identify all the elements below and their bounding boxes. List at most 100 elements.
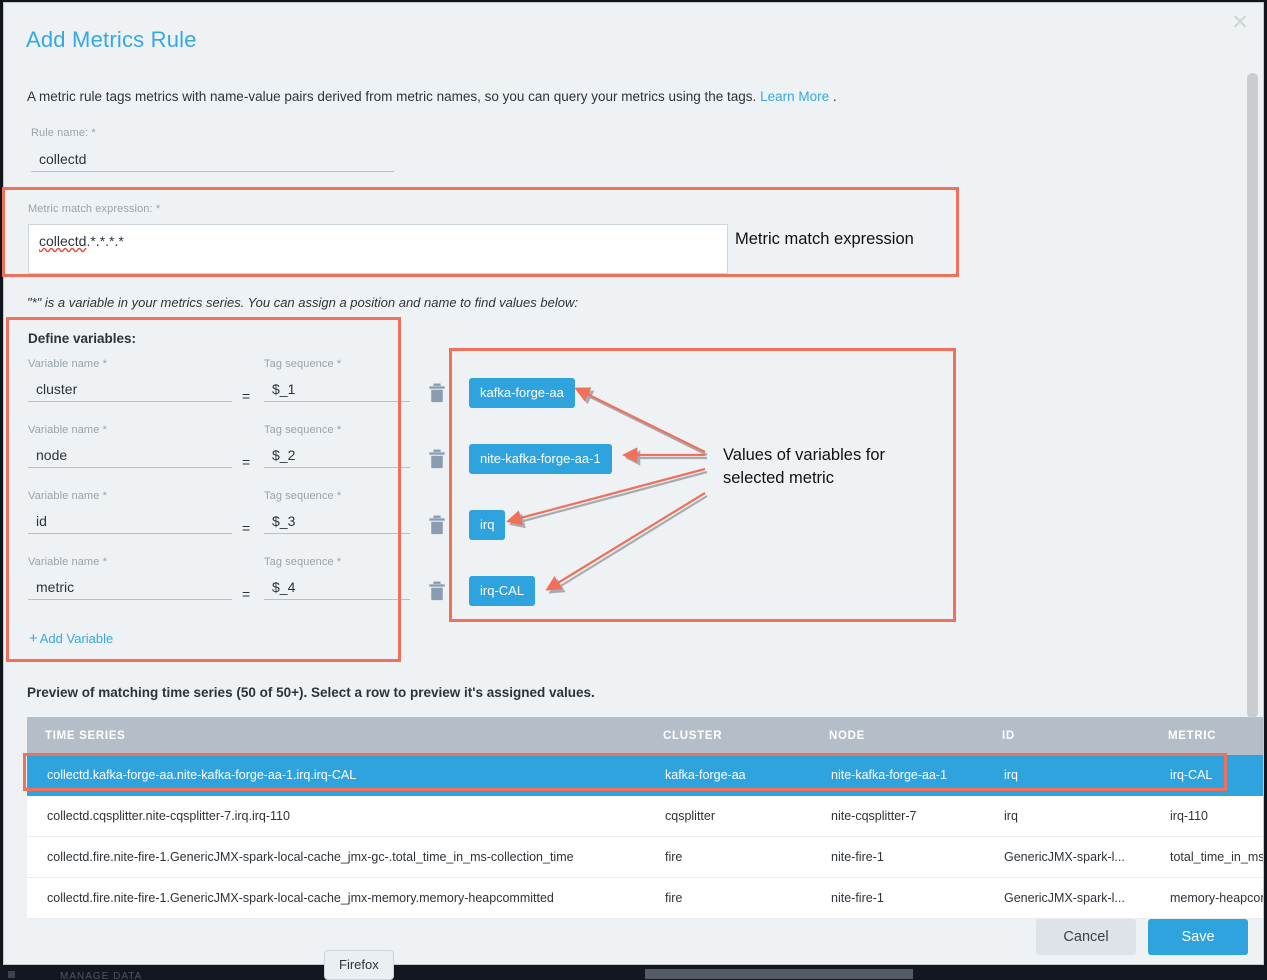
cell-node: nite-kafka-forge-aa-1: [811, 755, 984, 796]
close-icon[interactable]: ✕: [1227, 9, 1253, 35]
cancel-button[interactable]: Cancel: [1036, 919, 1136, 955]
tag-sequence-label: Tag sequence *: [264, 490, 410, 502]
tag-sequence-input[interactable]: [264, 577, 410, 600]
tag-sequence-label: Tag sequence *: [264, 556, 410, 568]
cell-id: GenericJMX-spark-l...: [984, 837, 1150, 878]
cell-time-series: collectd.fire.nite-fire-1.GenericJMX-spa…: [27, 878, 645, 919]
delete-variable-icon[interactable]: [428, 449, 446, 469]
cell-cluster: fire: [645, 837, 811, 878]
table-row[interactable]: collectd.cqsplitter.nite-cqsplitter-7.ir…: [27, 796, 1264, 837]
table-body: collectd.kafka-forge-aa.nite-kafka-forge…: [27, 755, 1264, 919]
variable-row: Variable name * = Tag sequence *: [28, 358, 388, 424]
variable-name-field: Variable name *: [28, 424, 233, 468]
variable-name-field: Variable name *: [28, 490, 233, 534]
trash-icon: [428, 383, 446, 403]
cell-node: nite-fire-1: [811, 837, 984, 878]
trash-icon: [428, 449, 446, 469]
cell-cluster: fire: [645, 878, 811, 919]
tag-sequence-field: Tag sequence *: [264, 556, 410, 600]
taskbar-window-label[interactable]: MANAGE DATA: [60, 971, 142, 980]
variable-row: Variable name * = Tag sequence *: [28, 556, 388, 622]
cell-node: nite-cqsplitter-7: [811, 796, 984, 837]
variable-name-input[interactable]: [28, 445, 232, 468]
delete-variable-icon[interactable]: [428, 581, 446, 601]
intro-description: A metric rule tags metrics with name-val…: [27, 89, 756, 104]
values-annotation-line1: Values of variables for: [723, 444, 885, 467]
cell-id: irq: [984, 755, 1150, 796]
add-variable-label: Add Variable: [40, 631, 113, 646]
values-annotation-text: Values of variables for selected metric: [723, 444, 885, 490]
variable-row: Variable name * = Tag sequence *: [28, 424, 388, 490]
cell-id: irq: [984, 796, 1150, 837]
intro-period: .: [833, 89, 837, 104]
metric-match-value-rest: .*.*.*.*: [86, 233, 123, 249]
table-header: TIME SERIES CLUSTER NODE ID METRIC: [27, 717, 1264, 755]
tag-sequence-field: Tag sequence *: [264, 490, 410, 534]
metric-match-annotation-text: Metric match expression: [735, 230, 914, 249]
dialog-scrollbar-thumb[interactable]: [1247, 73, 1258, 718]
screen: ✕ Add Metrics Rule A metric rule tags me…: [0, 0, 1267, 980]
variable-value-badge[interactable]: kafka-forge-aa: [469, 378, 575, 408]
dialog-title: Add Metrics Rule: [26, 27, 197, 53]
cell-cluster: kafka-forge-aa: [645, 755, 811, 796]
variable-name-label: Variable name *: [28, 490, 233, 502]
variable-name-input[interactable]: [28, 379, 232, 402]
cell-cluster: cqsplitter: [645, 796, 811, 837]
save-button[interactable]: Save: [1148, 919, 1248, 955]
preview-label: Preview of matching time series (50 of 5…: [27, 685, 595, 700]
define-variables-panel: Define variables: Variable name * = Tag …: [13, 322, 402, 662]
table-row[interactable]: collectd.fire.nite-fire-1.GenericJMX-spa…: [27, 837, 1264, 878]
rule-name-field: Rule name: *: [31, 127, 394, 172]
delete-variable-icon[interactable]: [428, 515, 446, 535]
cell-time-series: collectd.fire.nite-fire-1.GenericJMX-spa…: [27, 837, 645, 878]
plus-icon: +: [29, 630, 38, 647]
tag-sequence-label: Tag sequence *: [264, 358, 410, 370]
metric-match-input[interactable]: collectd.*.*.*.*: [28, 224, 728, 274]
metric-match-value-spellchecked: collectd: [39, 233, 86, 249]
trash-icon: [428, 581, 446, 601]
column-header-cluster[interactable]: CLUSTER: [645, 717, 811, 755]
tag-sequence-input[interactable]: [264, 511, 410, 534]
equals-sign: =: [242, 454, 250, 470]
variable-name-label: Variable name *: [28, 556, 233, 568]
add-metrics-rule-dialog: ✕ Add Metrics Rule A metric rule tags me…: [3, 2, 1264, 965]
delete-variable-icon[interactable]: [428, 383, 446, 403]
tag-sequence-label: Tag sequence *: [264, 424, 410, 436]
tag-sequence-input[interactable]: [264, 379, 410, 402]
tag-sequence-input[interactable]: [264, 445, 410, 468]
trash-icon: [428, 515, 446, 535]
cell-time-series: collectd.cqsplitter.nite-cqsplitter-7.ir…: [27, 796, 645, 837]
table-row[interactable]: collectd.fire.nite-fire-1.GenericJMX-spa…: [27, 878, 1264, 919]
intro-text: A metric rule tags metrics with name-val…: [27, 89, 837, 104]
learn-more-link[interactable]: Learn More: [760, 89, 829, 104]
variable-hint-text: "*" is a variable in your metrics series…: [27, 295, 578, 310]
column-header-node[interactable]: NODE: [811, 717, 984, 755]
cell-node: nite-fire-1: [811, 878, 984, 919]
define-variables-title: Define variables:: [28, 331, 136, 346]
metric-match-label: Metric match expression: *: [28, 203, 728, 215]
values-annotation-line2: selected metric: [723, 467, 885, 490]
tag-sequence-field: Tag sequence *: [264, 424, 410, 468]
column-header-id[interactable]: ID: [984, 717, 1150, 755]
taskbar-active-window[interactable]: [645, 969, 913, 979]
add-variable-button[interactable]: +Add Variable: [29, 630, 113, 647]
taskbar-app-icon[interactable]: [8, 971, 15, 978]
metric-match-field: Metric match expression: * collectd.*.*.…: [28, 203, 728, 274]
equals-sign: =: [242, 520, 250, 536]
table-row[interactable]: collectd.kafka-forge-aa.nite-kafka-forge…: [27, 755, 1264, 796]
variable-value-badge[interactable]: nite-kafka-forge-aa-1: [469, 444, 612, 474]
variable-name-field: Variable name *: [28, 556, 233, 600]
variable-name-label: Variable name *: [28, 424, 233, 436]
variable-name-field: Variable name *: [28, 358, 233, 402]
table-header-row: TIME SERIES CLUSTER NODE ID METRIC: [27, 717, 1264, 755]
rule-name-input[interactable]: [31, 149, 394, 172]
variable-value-badge[interactable]: irq-CAL: [469, 576, 535, 606]
firefox-tooltip: Firefox: [324, 950, 394, 980]
variable-name-input[interactable]: [28, 577, 232, 600]
tag-sequence-field: Tag sequence *: [264, 358, 410, 402]
variable-value-badge[interactable]: irq: [469, 510, 505, 540]
equals-sign: =: [242, 586, 250, 602]
variable-name-input[interactable]: [28, 511, 232, 534]
taskbar: MANAGE DATA: [0, 966, 1267, 980]
column-header-time-series[interactable]: TIME SERIES: [27, 717, 645, 755]
